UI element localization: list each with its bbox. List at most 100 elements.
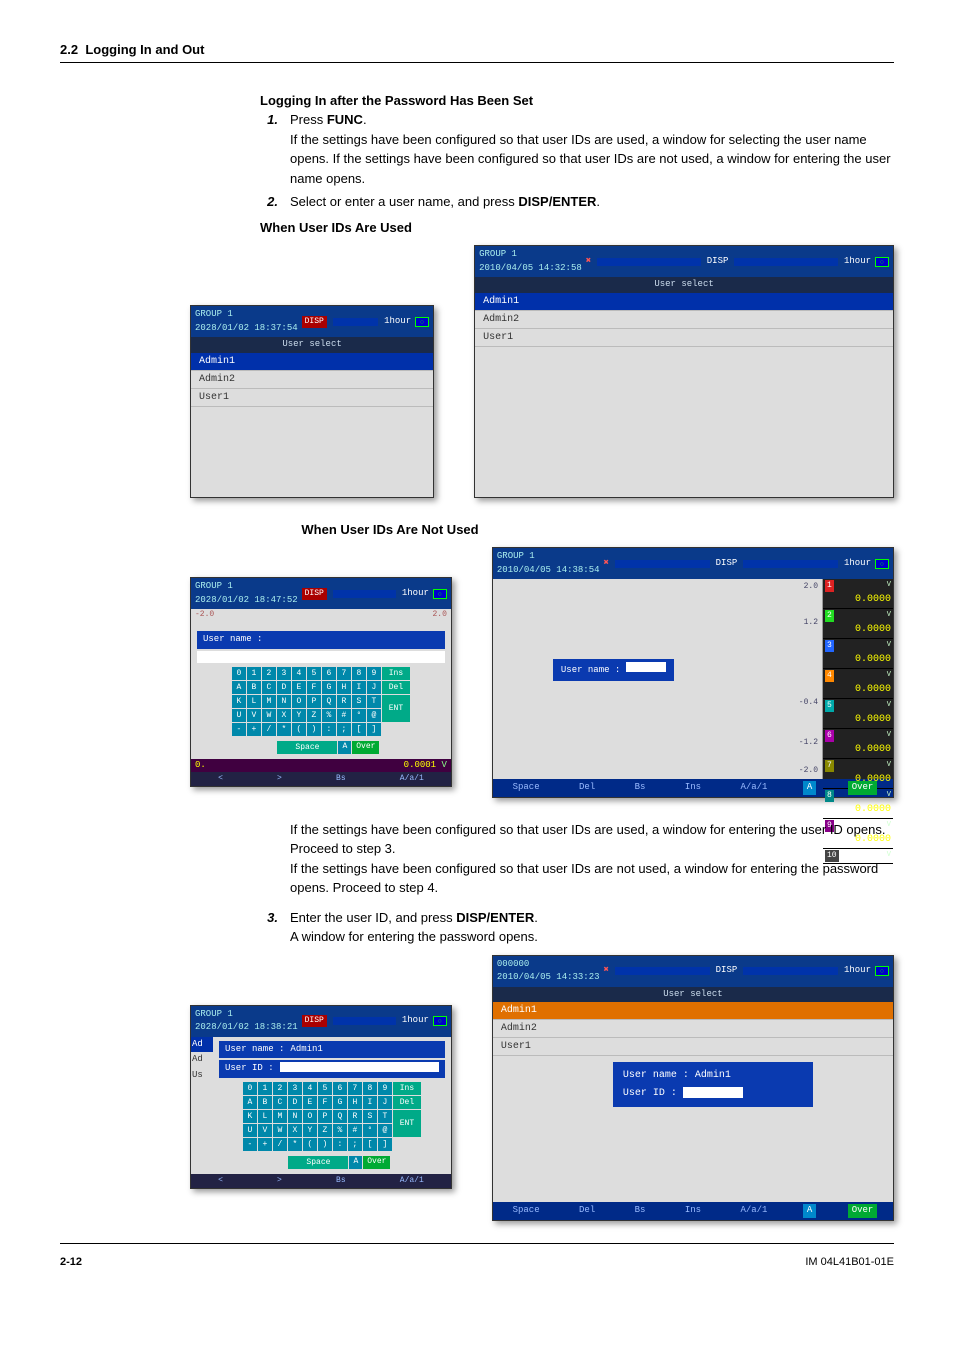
- list-item[interactable]: Admin1: [191, 353, 433, 371]
- key[interactable]: 9: [367, 667, 381, 680]
- key[interactable]: 8: [363, 1082, 377, 1095]
- user-name-input[interactable]: [197, 651, 445, 663]
- key[interactable]: Y: [303, 1124, 317, 1137]
- key[interactable]: 2: [262, 667, 276, 680]
- key[interactable]: P: [318, 1110, 332, 1123]
- btn-mode[interactable]: A/a/1: [736, 1204, 771, 1218]
- user-id-input[interactable]: [280, 1062, 439, 1072]
- key[interactable]: U: [232, 709, 246, 722]
- key[interactable]: °: [363, 1124, 377, 1137]
- btn-space[interactable]: Space: [509, 781, 544, 795]
- key[interactable]: X: [288, 1124, 302, 1137]
- key[interactable]: ): [318, 1138, 332, 1151]
- key[interactable]: Z: [307, 709, 321, 722]
- key[interactable]: V: [258, 1124, 272, 1137]
- key[interactable]: F: [318, 1096, 332, 1109]
- keyboard[interactable]: 0123456789InsABCDEFGHIJDelKLMNOPQRSTENTU…: [232, 667, 410, 737]
- key[interactable]: -: [243, 1138, 257, 1151]
- side-key[interactable]: Del: [393, 1096, 421, 1109]
- key[interactable]: 3: [277, 667, 291, 680]
- key[interactable]: 7: [348, 1082, 362, 1095]
- key[interactable]: Q: [333, 1110, 347, 1123]
- key[interactable]: K: [243, 1110, 257, 1123]
- key[interactable]: I: [363, 1096, 377, 1109]
- key[interactable]: L: [247, 695, 261, 708]
- key[interactable]: R: [337, 695, 351, 708]
- key[interactable]: T: [367, 695, 381, 708]
- key[interactable]: :: [333, 1138, 347, 1151]
- key[interactable]: ]: [367, 723, 381, 736]
- btn-bs[interactable]: Bs: [631, 1204, 650, 1218]
- key[interactable]: S: [363, 1110, 377, 1123]
- key[interactable]: F: [307, 681, 321, 694]
- key[interactable]: C: [262, 681, 276, 694]
- key[interactable]: T: [378, 1110, 392, 1123]
- key[interactable]: :: [322, 723, 336, 736]
- space-key[interactable]: Space: [277, 741, 337, 754]
- key[interactable]: R: [348, 1110, 362, 1123]
- key[interactable]: 5: [318, 1082, 332, 1095]
- list-item[interactable]: Admin1: [475, 293, 893, 311]
- key[interactable]: 0: [243, 1082, 257, 1095]
- key[interactable]: 1: [247, 667, 261, 680]
- nav-bs[interactable]: Bs: [333, 773, 349, 785]
- key[interactable]: 8: [352, 667, 366, 680]
- keyboard[interactable]: 0123456789InsABCDEFGHIJDelKLMNOPQRSTENTU…: [243, 1082, 421, 1152]
- nav-bs[interactable]: Bs: [333, 1175, 349, 1187]
- nav-right[interactable]: >: [274, 773, 285, 785]
- key[interactable]: 6: [333, 1082, 347, 1095]
- side-key[interactable]: Ins: [382, 667, 410, 680]
- list-item[interactable]: User1: [493, 1038, 893, 1056]
- user-id-input[interactable]: [683, 1087, 743, 1098]
- key[interactable]: #: [337, 709, 351, 722]
- key[interactable]: M: [273, 1110, 287, 1123]
- list-item[interactable]: Admin2: [191, 371, 433, 389]
- key[interactable]: 4: [292, 667, 306, 680]
- key[interactable]: +: [247, 723, 261, 736]
- nav-mode[interactable]: A/a/1: [397, 773, 427, 785]
- key[interactable]: 5: [307, 667, 321, 680]
- key[interactable]: E: [303, 1096, 317, 1109]
- key[interactable]: H: [348, 1096, 362, 1109]
- list-item[interactable]: User1: [191, 389, 433, 407]
- key[interactable]: -: [232, 723, 246, 736]
- btn-ins[interactable]: Ins: [681, 1204, 705, 1218]
- user-name-prompt[interactable]: User name :: [553, 659, 674, 681]
- key[interactable]: (: [292, 723, 306, 736]
- key[interactable]: N: [288, 1110, 302, 1123]
- key[interactable]: ): [307, 723, 321, 736]
- key[interactable]: O: [292, 695, 306, 708]
- nav-left[interactable]: <: [215, 773, 226, 785]
- key[interactable]: D: [277, 681, 291, 694]
- key[interactable]: H: [337, 681, 351, 694]
- key[interactable]: K: [232, 695, 246, 708]
- btn-del[interactable]: Del: [575, 781, 599, 795]
- key[interactable]: ;: [348, 1138, 362, 1151]
- list-item[interactable]: Admin2: [493, 1020, 893, 1038]
- btn-ins[interactable]: Ins: [681, 781, 705, 795]
- key[interactable]: *: [277, 723, 291, 736]
- btn-mode[interactable]: A/a/1: [736, 781, 771, 795]
- key[interactable]: 4: [303, 1082, 317, 1095]
- btn-bs[interactable]: Bs: [631, 781, 650, 795]
- key[interactable]: 1: [258, 1082, 272, 1095]
- key[interactable]: B: [247, 681, 261, 694]
- key[interactable]: ;: [337, 723, 351, 736]
- key[interactable]: Z: [318, 1124, 332, 1137]
- nav-right[interactable]: >: [274, 1175, 285, 1187]
- key[interactable]: #: [348, 1124, 362, 1137]
- key[interactable]: /: [273, 1138, 287, 1151]
- key[interactable]: *: [288, 1138, 302, 1151]
- key[interactable]: 7: [337, 667, 351, 680]
- key[interactable]: %: [333, 1124, 347, 1137]
- key[interactable]: Q: [322, 695, 336, 708]
- key[interactable]: 9: [378, 1082, 392, 1095]
- key[interactable]: C: [273, 1096, 287, 1109]
- key[interactable]: Y: [292, 709, 306, 722]
- key[interactable]: J: [367, 681, 381, 694]
- list-item[interactable]: User1: [475, 329, 893, 347]
- nav-left[interactable]: <: [215, 1175, 226, 1187]
- key[interactable]: A: [232, 681, 246, 694]
- key[interactable]: @: [367, 709, 381, 722]
- key[interactable]: E: [292, 681, 306, 694]
